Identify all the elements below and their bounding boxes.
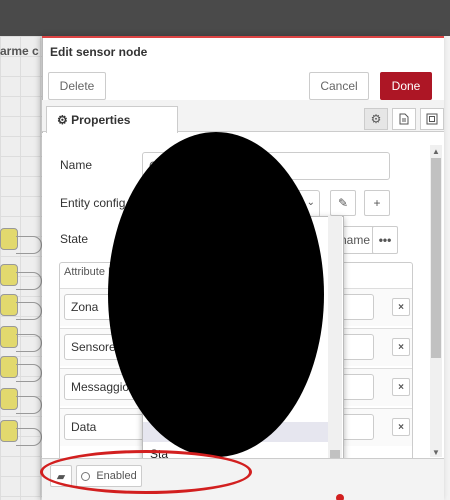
settings-tab-icon-button[interactable]: ⚙	[364, 108, 388, 130]
edit-entity-config-button[interactable]: ✎	[330, 190, 356, 216]
gear-icon: ⚙	[370, 112, 382, 126]
chevron-down-icon: ⌄	[306, 197, 315, 208]
close-icon: ×	[398, 341, 404, 353]
delete-attribute-button[interactable]: ×	[392, 418, 410, 436]
close-icon: ×	[398, 301, 404, 313]
cancel-button[interactable]: Cancel	[309, 72, 369, 100]
add-entity-config-button[interactable]: +	[364, 190, 390, 216]
description-tab-icon-button[interactable]	[392, 108, 416, 130]
gear-icon: ⚙	[57, 113, 68, 127]
dropdown-scrollbar[interactable]	[328, 216, 342, 486]
flow-wire	[16, 236, 42, 254]
ellipsis-icon: •••	[378, 233, 392, 247]
workspace-tab-label[interactable]: arme c	[0, 44, 42, 58]
delete-attribute-button[interactable]: ×	[392, 298, 410, 316]
pencil-icon: ✎	[337, 196, 349, 210]
redaction-oval	[108, 132, 324, 457]
flow-wire	[16, 272, 42, 290]
appearance-tab-icon-button[interactable]	[420, 108, 444, 130]
scroll-down-icon[interactable]: ▼	[430, 446, 442, 458]
close-icon: ×	[398, 421, 404, 433]
delete-attribute-button[interactable]: ×	[392, 338, 410, 356]
document-icon	[399, 113, 409, 125]
layout-icon	[426, 113, 438, 125]
attribute-key-input[interactable]: Data	[64, 414, 146, 440]
delete-button[interactable]: Delete	[48, 72, 106, 100]
plus-icon: +	[373, 196, 381, 210]
entity-config-label: Entity config	[60, 196, 126, 210]
close-icon: ×	[398, 381, 404, 393]
delete-attribute-button[interactable]: ×	[392, 378, 410, 396]
flow-wire	[16, 302, 42, 320]
done-button[interactable]: Done	[380, 72, 432, 100]
annotation-mark	[336, 494, 344, 500]
flow-wire	[16, 334, 42, 352]
flow-wire	[16, 428, 42, 446]
editor-header-bar	[0, 0, 450, 36]
name-label: Name	[60, 158, 93, 172]
flow-wire	[16, 364, 42, 382]
flow-wire	[16, 396, 42, 414]
tray-accent-border	[42, 36, 444, 38]
scroll-up-icon[interactable]: ▲	[430, 145, 442, 157]
tab-properties[interactable]: ⚙ Properties	[46, 106, 178, 133]
annotation-circle	[40, 450, 252, 494]
tab-properties-label: Properties	[71, 113, 131, 127]
tray-scrollbar-thumb[interactable]	[431, 158, 441, 358]
state-label: State	[60, 232, 89, 246]
expand-state-button[interactable]: •••	[372, 226, 398, 254]
tray-title: Edit sensor node	[50, 45, 148, 59]
